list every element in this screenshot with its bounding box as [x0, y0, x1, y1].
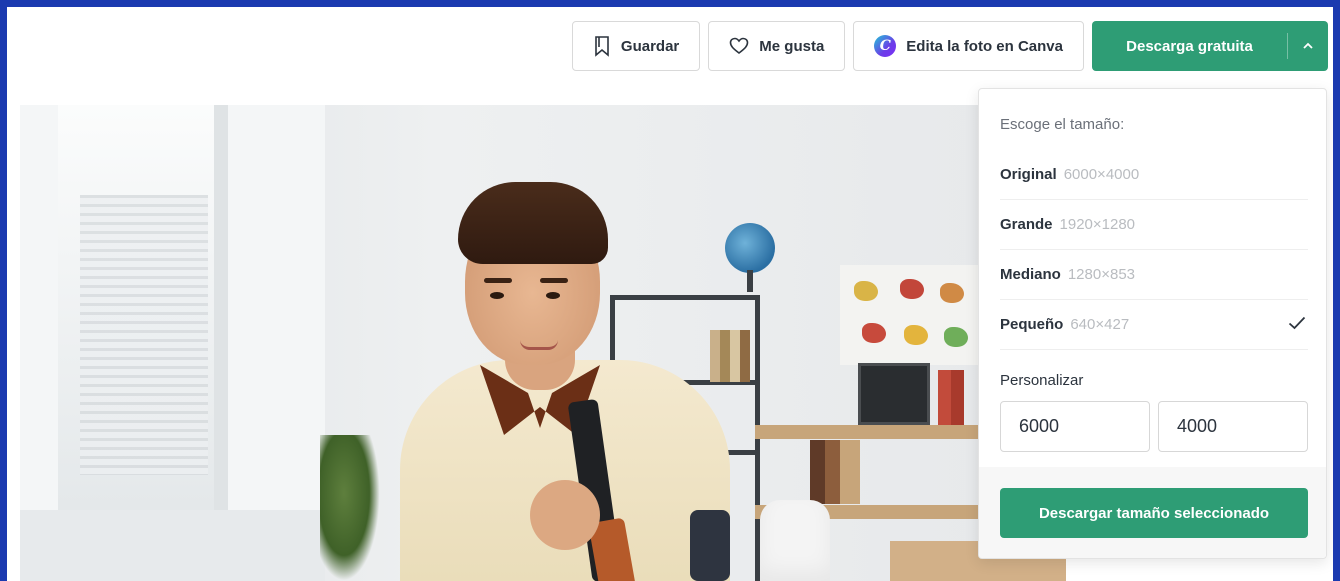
size-option-dims: 640×427	[1070, 316, 1130, 333]
photo-eye	[546, 292, 560, 299]
photo-chair	[760, 500, 830, 581]
photo-continent	[944, 327, 968, 347]
page-frame: Guardar Me gusta C Edita la foto en Canv…	[7, 7, 1333, 581]
size-option-dims: 1920×1280	[1059, 216, 1136, 233]
size-option-original[interactable]: Original 6000×4000	[1000, 150, 1308, 200]
download-selected-label: Descargar tamaño seleccionado	[1038, 504, 1270, 522]
photo[interactable]	[20, 105, 1066, 581]
heart-icon	[729, 37, 749, 55]
photo-hair	[458, 182, 608, 264]
canva-logo-icon: C	[874, 35, 897, 57]
canva-label: Edita la foto en Canva	[906, 37, 1063, 55]
size-dropdown-heading: Escoge el tamaño:	[1000, 116, 1125, 133]
custom-width-input[interactable]	[1000, 401, 1150, 452]
photo-hand	[530, 480, 600, 550]
chevron-up-icon	[1302, 37, 1314, 55]
save-button[interactable]: Guardar	[571, 21, 701, 71]
like-button[interactable]: Me gusta	[708, 21, 846, 71]
download-button-group: Descarga gratuita	[1092, 21, 1328, 71]
photo-plant	[320, 435, 380, 581]
custom-size-inputs	[1000, 401, 1308, 452]
check-icon	[1288, 316, 1306, 335]
photo-eye	[490, 292, 504, 299]
size-option-name: Mediano	[1000, 266, 1061, 283]
size-dropdown: Escoge el tamaño: Original 6000×4000 Gra…	[978, 88, 1327, 559]
download-label: Descarga gratuita	[1126, 37, 1253, 55]
save-label: Guardar	[620, 37, 680, 55]
size-dropdown-footer: Descargar tamaño seleccionado	[979, 467, 1326, 558]
photo-continent	[862, 323, 886, 343]
size-option-dims: 6000×4000	[1063, 166, 1140, 183]
photo-toolbar: Guardar Me gusta C Edita la foto en Canv…	[571, 21, 1328, 71]
photo-window-sill	[20, 510, 325, 581]
photo-brow	[540, 278, 568, 283]
photo-subject	[380, 160, 760, 581]
bookmark-icon	[593, 35, 611, 57]
size-option-name: Pequeño	[1000, 316, 1064, 333]
edit-in-canva-button[interactable]: C Edita la foto en Canva	[853, 21, 1084, 71]
size-option-name: Grande	[1000, 216, 1053, 233]
free-download-button[interactable]: Descarga gratuita	[1092, 21, 1287, 71]
like-label: Me gusta	[759, 37, 825, 55]
size-option-medium[interactable]: Mediano 1280×853	[1000, 250, 1308, 300]
custom-height-input[interactable]	[1158, 401, 1308, 452]
photo-books	[810, 440, 860, 504]
photo-continent	[940, 283, 964, 303]
photo-continent	[854, 281, 878, 301]
photo-blinds	[80, 195, 208, 475]
size-option-small[interactable]: Pequeño 640×427	[1000, 300, 1308, 350]
download-size-toggle[interactable]	[1288, 21, 1328, 71]
photo-continent	[900, 279, 924, 299]
size-option-name: Original	[1000, 166, 1057, 183]
download-selected-size-button[interactable]: Descargar tamaño seleccionado	[1000, 488, 1308, 538]
size-option-large[interactable]: Grande 1920×1280	[1000, 200, 1308, 250]
photo-backpack	[690, 510, 730, 581]
photo-brow	[484, 278, 512, 283]
photo-continent	[904, 325, 928, 345]
photo-mouth	[520, 340, 558, 350]
photo-map-poster	[840, 265, 980, 365]
custom-size-label: Personalizar	[1000, 372, 1084, 389]
size-options-list: Original 6000×4000 Grande 1920×1280 Medi…	[1000, 150, 1308, 350]
photo-books	[938, 370, 964, 425]
size-option-dims: 1280×853	[1067, 266, 1135, 283]
photo-chalkboard	[858, 363, 930, 425]
